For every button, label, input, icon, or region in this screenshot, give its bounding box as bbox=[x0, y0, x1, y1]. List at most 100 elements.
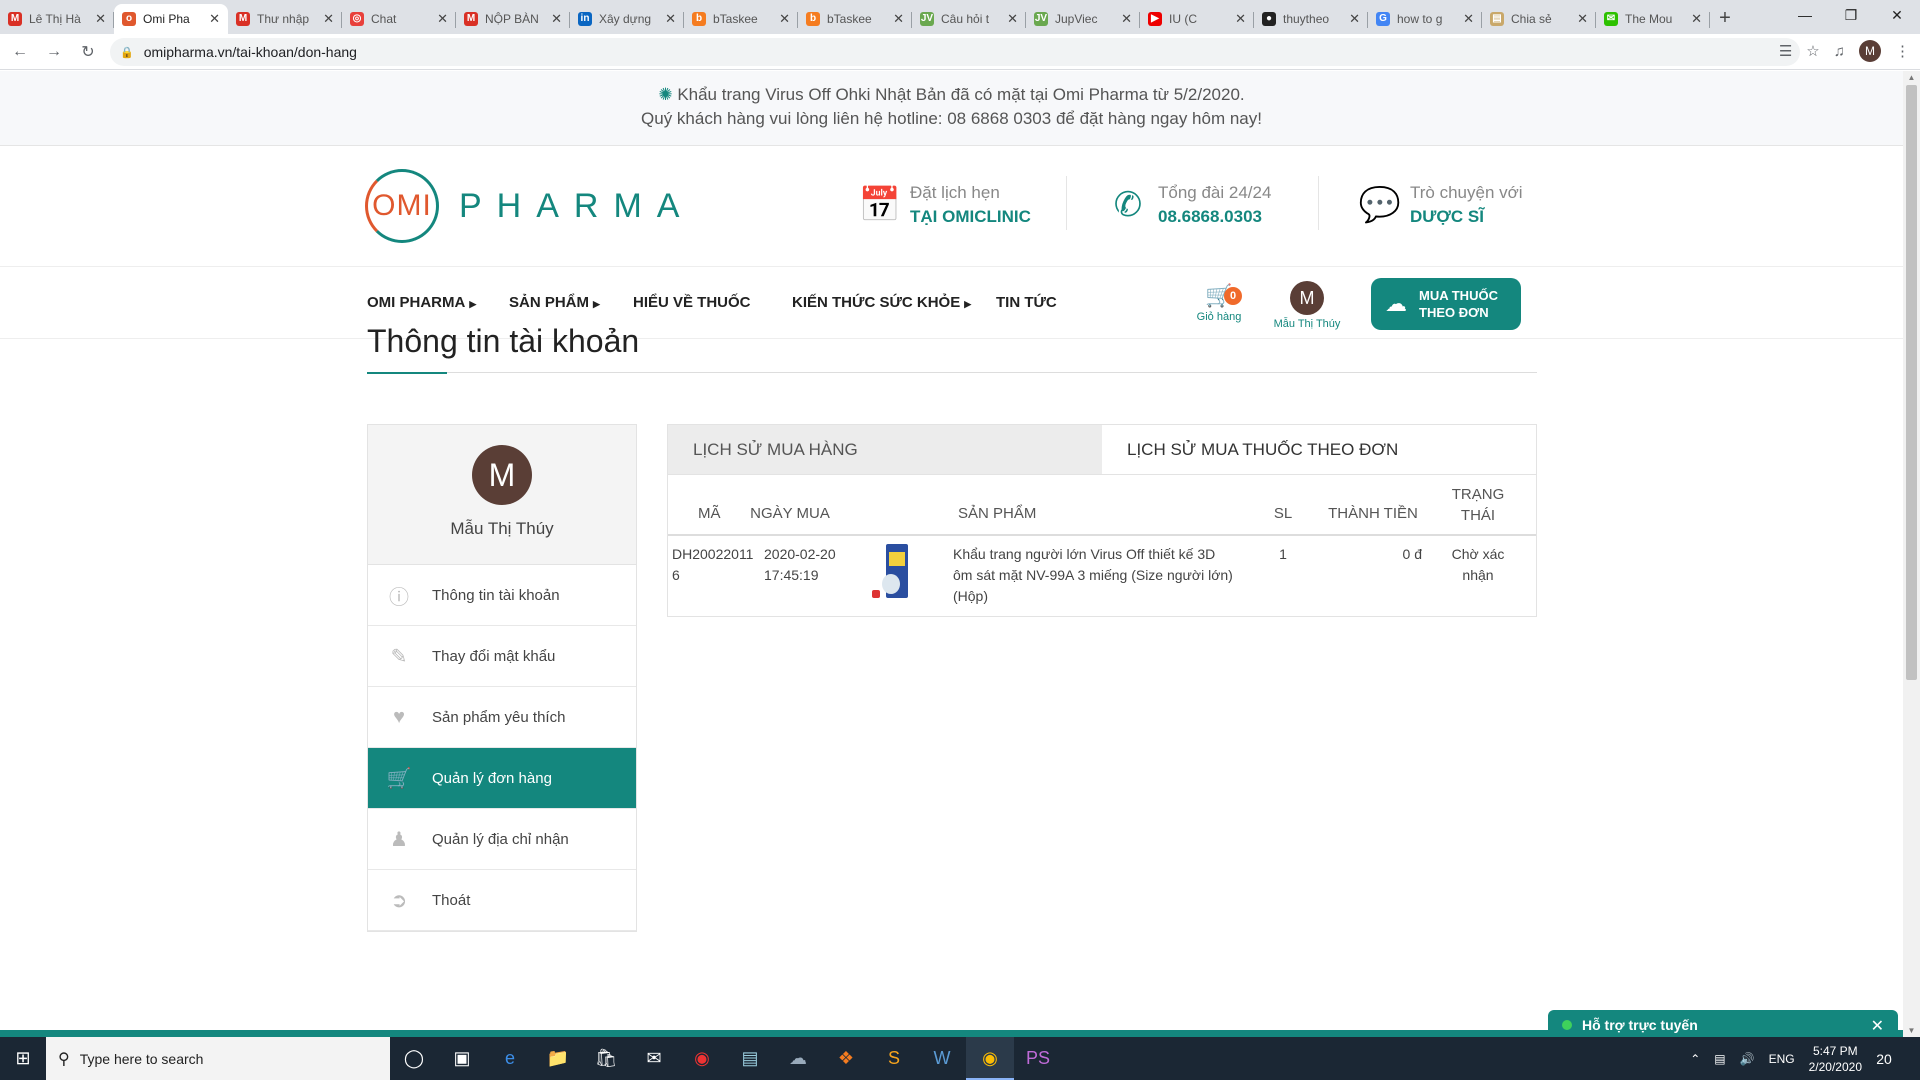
bookmark-star-icon[interactable]: ☆ bbox=[1806, 42, 1819, 60]
close-icon[interactable]: ✕ bbox=[1871, 1016, 1884, 1036]
close-tab-icon[interactable]: ✕ bbox=[1691, 11, 1702, 27]
store-icon[interactable]: 🛍 bbox=[582, 1037, 630, 1080]
task-view-icon[interactable]: ▣ bbox=[438, 1037, 486, 1080]
sidebar-item-orders[interactable]: 🛒 Quản lý đơn hàng bbox=[368, 748, 636, 809]
scroll-up-icon[interactable]: ▲ bbox=[1903, 73, 1920, 82]
sidebar-item-label: Thoát bbox=[432, 891, 471, 909]
network-icon[interactable]: ▤ bbox=[1714, 1052, 1725, 1066]
lock-icon[interactable]: 🔒 bbox=[120, 46, 134, 59]
back-icon[interactable]: ← bbox=[6, 43, 34, 61]
browser-profile-avatar[interactable]: M bbox=[1859, 40, 1881, 62]
forward-icon[interactable]: → bbox=[40, 43, 68, 61]
tab-prescription-history[interactable]: LỊCH SỬ MUA THUỐC THEO ĐƠN bbox=[1102, 425, 1536, 474]
order-code[interactable]: DH200220116 bbox=[672, 544, 756, 586]
sublime-icon[interactable]: S bbox=[870, 1037, 918, 1080]
cortana-icon[interactable]: ◯ bbox=[390, 1037, 438, 1080]
address-bar[interactable]: 🔒 omipharma.vn/tai-khoan/don-hang bbox=[110, 38, 1800, 66]
header-code: MÃ bbox=[698, 505, 721, 522]
nav-omi-pharma[interactable]: OMI PHARMA ▶ bbox=[367, 294, 476, 311]
browser-tab[interactable]: M NỘP BÀN ✕ bbox=[456, 4, 570, 34]
edge-icon[interactable]: e bbox=[486, 1037, 534, 1080]
scroll-thumb[interactable] bbox=[1906, 85, 1917, 680]
browser-tab[interactable]: in Xây dựng ✕ bbox=[570, 4, 684, 34]
close-tab-icon[interactable]: ✕ bbox=[1463, 11, 1474, 27]
chat-pharmacist-link[interactable]: 💬 Trò chuyện với DƯỢC SĨ bbox=[1358, 181, 1523, 229]
reload-icon[interactable]: ↻ bbox=[74, 42, 102, 62]
sidebar-item-favorites[interactable]: ♥ Sản phẩm yêu thích bbox=[368, 687, 636, 748]
browser-tab[interactable]: ✉ The Mou ✕ bbox=[1596, 4, 1710, 34]
browser-tab[interactable]: o Omi Pha ✕ bbox=[114, 4, 228, 34]
url-text[interactable]: omipharma.vn/tai-khoan/don-hang bbox=[144, 44, 357, 60]
sidebar-item-logout[interactable]: ➲ Thoát bbox=[368, 870, 636, 931]
browser-tab[interactable]: b bTaskee ✕ bbox=[684, 4, 798, 34]
phpstorm-icon[interactable]: PS bbox=[1014, 1037, 1062, 1080]
close-tab-icon[interactable]: ✕ bbox=[779, 11, 790, 27]
browser-tab[interactable]: ◎ Chat ✕ bbox=[342, 4, 456, 34]
file-explorer-icon[interactable]: 📁 bbox=[534, 1037, 582, 1080]
taskbar-search[interactable]: ⚲ Type here to search bbox=[46, 1037, 390, 1080]
clock[interactable]: 5:47 PM 2/20/2020 bbox=[1809, 1043, 1862, 1075]
page-scrollbar[interactable]: ▲ ▼ bbox=[1903, 71, 1920, 1037]
browser-tab[interactable]: JV JupViec ✕ bbox=[1026, 4, 1140, 34]
close-tab-icon[interactable]: ✕ bbox=[893, 11, 904, 27]
browser-tab[interactable]: Ghow to g ✕ bbox=[1368, 4, 1482, 34]
app-red-icon[interactable]: ◉ bbox=[678, 1037, 726, 1080]
app-notes-icon[interactable]: ▤ bbox=[726, 1037, 774, 1080]
nav-products[interactable]: SẢN PHẨM ▶ bbox=[509, 294, 600, 311]
chrome-icon[interactable]: ◉ bbox=[966, 1037, 1014, 1080]
online-support-widget[interactable]: Hỗ trợ trực tuyến ✕ bbox=[1548, 1010, 1898, 1040]
nav-news[interactable]: TIN TỨC bbox=[996, 294, 1057, 311]
maximize-icon[interactable]: ❐ bbox=[1828, 0, 1874, 30]
browser-menu-icon[interactable]: ⋮ bbox=[1895, 42, 1910, 60]
minimize-icon[interactable]: — bbox=[1782, 0, 1828, 30]
appointment-line-1: Đặt lịch hẹn bbox=[910, 183, 1000, 202]
sidebar-item-change-password[interactable]: ✎ Thay đổi mật khẩu bbox=[368, 626, 636, 687]
xampp-icon[interactable]: ❖ bbox=[822, 1037, 870, 1080]
notification-center-icon[interactable]: 20 bbox=[1876, 1051, 1906, 1067]
close-tab-icon[interactable]: ✕ bbox=[1007, 11, 1018, 27]
browser-tab[interactable]: M Lê Thị Hà ✕ bbox=[0, 4, 114, 34]
media-icon[interactable]: ♫ bbox=[1834, 43, 1845, 60]
scroll-down-icon[interactable]: ▼ bbox=[1903, 1026, 1920, 1035]
close-tab-icon[interactable]: ✕ bbox=[1349, 11, 1360, 27]
sidebar-item-addresses[interactable]: ♟ Quản lý địa chỉ nhận bbox=[368, 809, 636, 870]
browser-tab[interactable]: ▤ Chia sẻ ✕ bbox=[1482, 4, 1596, 34]
new-tab-icon[interactable]: + bbox=[1710, 4, 1740, 34]
windows-start-icon[interactable]: ⊞ bbox=[0, 1048, 46, 1069]
close-tab-icon[interactable]: ✕ bbox=[437, 11, 448, 27]
browser-tab[interactable]: ● thuytheo ✕ bbox=[1254, 4, 1368, 34]
browser-tab[interactable]: b bTaskee ✕ bbox=[798, 4, 912, 34]
browser-tab[interactable]: M Thư nhập ✕ bbox=[228, 4, 342, 34]
nav-health-knowledge[interactable]: KIẾN THỨC SỨC KHỎE ▶ bbox=[792, 294, 971, 311]
close-tab-icon[interactable]: ✕ bbox=[665, 11, 676, 27]
tab-purchase-history[interactable]: LỊCH SỬ MUA HÀNG bbox=[668, 425, 1102, 474]
translate-icon[interactable]: ☰ bbox=[1779, 42, 1792, 60]
browser-tab[interactable]: JV Câu hỏi t ✕ bbox=[912, 4, 1026, 34]
appointment-link[interactable]: 📅 Đặt lịch hẹn TẠI OMICLINIC bbox=[858, 181, 1031, 229]
close-window-icon[interactable]: ✕ bbox=[1874, 0, 1920, 30]
browser-tab[interactable]: ▶ IU (C ✕ bbox=[1140, 4, 1254, 34]
app-cloud-icon[interactable]: ☁ bbox=[774, 1037, 822, 1080]
close-tab-icon[interactable]: ✕ bbox=[209, 11, 220, 27]
cart-button[interactable]: 🛒 0 Giỏ hàng bbox=[1189, 283, 1249, 323]
close-tab-icon[interactable]: ✕ bbox=[95, 11, 106, 27]
order-product[interactable]: Khẩu trang người lớn Virus Off thiết kế … bbox=[953, 544, 1233, 607]
close-tab-icon[interactable]: ✕ bbox=[551, 11, 562, 27]
volume-icon[interactable]: 🔊 bbox=[1740, 1052, 1755, 1066]
hotline-link[interactable]: ✆ Tổng đài 24/24 08.6868.0303 bbox=[1106, 181, 1272, 229]
table-row[interactable]: DH200220116 2020-02-20 17:45:19 Khẩu tra… bbox=[668, 536, 1536, 616]
mail-icon[interactable]: ✉ bbox=[630, 1037, 678, 1080]
user-menu[interactable]: M Mẫu Thị Thúy bbox=[1262, 281, 1352, 330]
close-tab-icon[interactable]: ✕ bbox=[1121, 11, 1132, 27]
product-thumbnail[interactable] bbox=[872, 544, 908, 598]
buy-prescription-button[interactable]: ☁ MUA THUỐC THEO ĐƠN bbox=[1371, 278, 1521, 330]
close-tab-icon[interactable]: ✕ bbox=[323, 11, 334, 27]
nav-understand-medicine[interactable]: HIỂU VỀ THUỐC bbox=[633, 294, 751, 311]
sidebar-item-account-info[interactable]: ⓘ Thông tin tài khoản bbox=[368, 565, 636, 626]
omi-pharma-logo[interactable]: OMI PHARMA bbox=[365, 169, 694, 243]
language-indicator[interactable]: ENG bbox=[1769, 1052, 1795, 1066]
close-tab-icon[interactable]: ✕ bbox=[1577, 11, 1588, 27]
close-tab-icon[interactable]: ✕ bbox=[1235, 11, 1246, 27]
tray-chevron-icon[interactable]: ⌃ bbox=[1690, 1052, 1700, 1066]
word-icon[interactable]: W bbox=[918, 1037, 966, 1080]
